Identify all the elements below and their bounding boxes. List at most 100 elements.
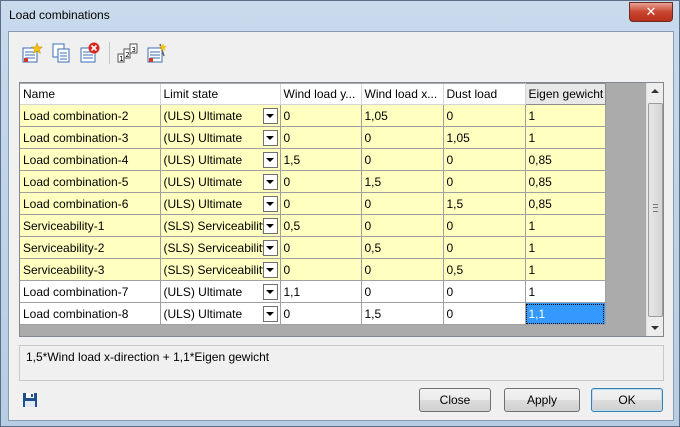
wind-load-y-cell[interactable]: 0: [280, 302, 362, 325]
wind-load-x-cell[interactable]: 0: [361, 148, 444, 171]
limit-state-dropdown-button[interactable]: [262, 130, 278, 146]
dust-load-cell[interactable]: 1,5: [443, 192, 526, 215]
wind-load-y-cell[interactable]: 1,5: [280, 148, 362, 171]
new-combination-icon[interactable]: [20, 41, 44, 65]
dust-load-cell[interactable]: 0: [443, 280, 526, 303]
limit-state-cell[interactable]: (ULS) Ultimate: [160, 170, 281, 193]
eigen-gewicht-cell[interactable]: 1,1: [525, 302, 606, 325]
table-row[interactable]: Serviceability-3 (SLS) Serviceability 0 0 0,…: [20, 258, 606, 281]
eigen-gewicht-cell[interactable]: 1: [525, 236, 606, 259]
wind-load-y-cell[interactable]: 0: [280, 170, 362, 193]
delete-icon[interactable]: [78, 41, 102, 65]
eigen-gewicht-cell[interactable]: 1: [525, 104, 606, 127]
limit-state-cell[interactable]: (SLS) Serviceability: [160, 258, 281, 281]
wind-load-x-cell[interactable]: 0: [361, 280, 444, 303]
dust-load-cell[interactable]: 0: [443, 214, 526, 237]
eigen-gewicht-cell[interactable]: 1: [525, 258, 606, 281]
wind-load-x-cell[interactable]: 1,05: [361, 104, 444, 127]
column-header-name[interactable]: Name: [20, 83, 161, 105]
table-row[interactable]: Load combination-4 (ULS) Ultimate 1,5 0 0 0,8…: [20, 148, 606, 171]
ok-button[interactable]: OK: [591, 388, 663, 412]
dust-load-cell[interactable]: 0: [443, 148, 526, 171]
column-header-wind-load-y[interactable]: Wind load y...: [280, 83, 362, 105]
wind-load-y-cell[interactable]: 0: [280, 104, 362, 127]
vertical-scrollbar[interactable]: [646, 83, 663, 336]
numbering-icon[interactable]: 123: [116, 41, 140, 65]
eigen-gewicht-cell[interactable]: 0,85: [525, 170, 606, 193]
limit-state-dropdown-button[interactable]: [262, 284, 278, 300]
wind-load-y-cell[interactable]: 0: [280, 126, 362, 149]
window-close-button[interactable]: ✕: [629, 2, 673, 22]
dust-load-cell[interactable]: 0: [443, 170, 526, 193]
limit-state-dropdown-button[interactable]: [262, 240, 278, 256]
dust-load-cell[interactable]: 0,5: [443, 258, 526, 281]
wind-load-y-cell[interactable]: 0: [280, 236, 362, 259]
eigen-gewicht-cell[interactable]: 0,85: [525, 192, 606, 215]
limit-state-cell[interactable]: (ULS) Ultimate: [160, 192, 281, 215]
copy-icon[interactable]: [49, 41, 73, 65]
column-header-eigen-gewicht[interactable]: Eigen gewicht: [524, 83, 606, 105]
table-row[interactable]: Load combination-7 (ULS) Ultimate 1,1 0 0 1: [20, 280, 606, 303]
save-icon[interactable]: [22, 392, 38, 408]
wind-load-y-cell[interactable]: 0: [280, 192, 362, 215]
wind-load-x-cell[interactable]: 0: [361, 214, 444, 237]
limit-state-dropdown-button[interactable]: [262, 218, 278, 234]
eigen-gewicht-cell[interactable]: 1: [525, 214, 606, 237]
column-header-limit-state[interactable]: Limit state: [160, 83, 281, 105]
name-cell[interactable]: Serviceability-2: [20, 236, 161, 259]
name-cell[interactable]: Serviceability-3: [20, 258, 161, 281]
name-cell[interactable]: Load combination-6: [20, 192, 161, 215]
wind-load-x-cell[interactable]: 0: [361, 258, 444, 281]
eigen-gewicht-cell[interactable]: 1: [525, 280, 606, 303]
limit-state-dropdown-button[interactable]: [262, 306, 278, 322]
dust-load-cell[interactable]: 0: [443, 236, 526, 259]
apply-button[interactable]: Apply: [504, 388, 580, 412]
table-row[interactable]: Load combination-2 (ULS) Ultimate 0 1,05 0 1: [20, 104, 606, 127]
wind-load-x-cell[interactable]: 1,5: [361, 170, 444, 193]
close-button[interactable]: Close: [419, 388, 491, 412]
scroll-up-icon[interactable]: [651, 89, 659, 93]
eigen-gewicht-cell[interactable]: 0,85: [525, 148, 606, 171]
name-cell[interactable]: Load combination-3: [20, 126, 161, 149]
wind-load-x-cell[interactable]: 0,5: [361, 236, 444, 259]
wind-load-x-cell[interactable]: 0: [361, 126, 444, 149]
table-row[interactable]: Load combination-6 (ULS) Ultimate 0 0 1,5 0,8…: [20, 192, 606, 215]
table-row[interactable]: Serviceability-1 (SLS) Serviceability 0,5 0…: [20, 214, 606, 237]
name-cell[interactable]: Serviceability-1: [20, 214, 161, 237]
limit-state-dropdown-button[interactable]: [262, 152, 278, 168]
scroll-down-icon[interactable]: [651, 326, 659, 330]
column-header-wind-load-x[interactable]: Wind load x...: [361, 83, 444, 105]
name-cell[interactable]: Load combination-7: [20, 280, 161, 303]
column-header-dust-load[interactable]: Dust load: [443, 83, 526, 105]
table-row[interactable]: Load combination-8 (ULS) Ultimate 0 1,5 0 1,1: [20, 302, 606, 325]
wind-load-y-cell[interactable]: 0: [280, 258, 362, 281]
eigen-gewicht-cell[interactable]: 1: [525, 126, 606, 149]
wind-load-x-cell[interactable]: 1,5: [361, 302, 444, 325]
table-row[interactable]: Serviceability-2 (SLS) Serviceability 0 0,5…: [20, 236, 606, 259]
dust-load-cell[interactable]: 0: [443, 104, 526, 127]
limit-state-dropdown-button[interactable]: [262, 262, 278, 278]
name-cell[interactable]: Load combination-8: [20, 302, 161, 325]
table-row[interactable]: Load combination-3 (ULS) Ultimate 0 0 1,05 1: [20, 126, 606, 149]
name-cell[interactable]: Load combination-4: [20, 148, 161, 171]
limit-state-dropdown-button[interactable]: [262, 108, 278, 124]
table-row[interactable]: Load combination-5 (ULS) Ultimate 0 1,5 0 0,8…: [20, 170, 606, 193]
generate-icon[interactable]: [145, 41, 169, 65]
scrollbar-thumb[interactable]: [648, 103, 663, 317]
wind-load-y-cell[interactable]: 1,1: [280, 280, 362, 303]
limit-state-cell[interactable]: (SLS) Serviceability: [160, 214, 281, 237]
dust-load-cell[interactable]: 1,05: [443, 126, 526, 149]
limit-state-cell[interactable]: (ULS) Ultimate: [160, 302, 281, 325]
limit-state-dropdown-button[interactable]: [262, 174, 278, 190]
wind-load-x-cell[interactable]: 0: [361, 192, 444, 215]
limit-state-cell[interactable]: (ULS) Ultimate: [160, 104, 281, 127]
dust-load-cell[interactable]: 0: [443, 302, 526, 325]
limit-state-cell[interactable]: (SLS) Serviceability: [160, 236, 281, 259]
limit-state-dropdown-button[interactable]: [262, 196, 278, 212]
limit-state-cell[interactable]: (ULS) Ultimate: [160, 280, 281, 303]
name-cell[interactable]: Load combination-5: [20, 170, 161, 193]
limit-state-cell[interactable]: (ULS) Ultimate: [160, 148, 281, 171]
wind-load-y-cell[interactable]: 0,5: [280, 214, 362, 237]
name-cell[interactable]: Load combination-2: [20, 104, 161, 127]
limit-state-cell[interactable]: (ULS) Ultimate: [160, 126, 281, 149]
